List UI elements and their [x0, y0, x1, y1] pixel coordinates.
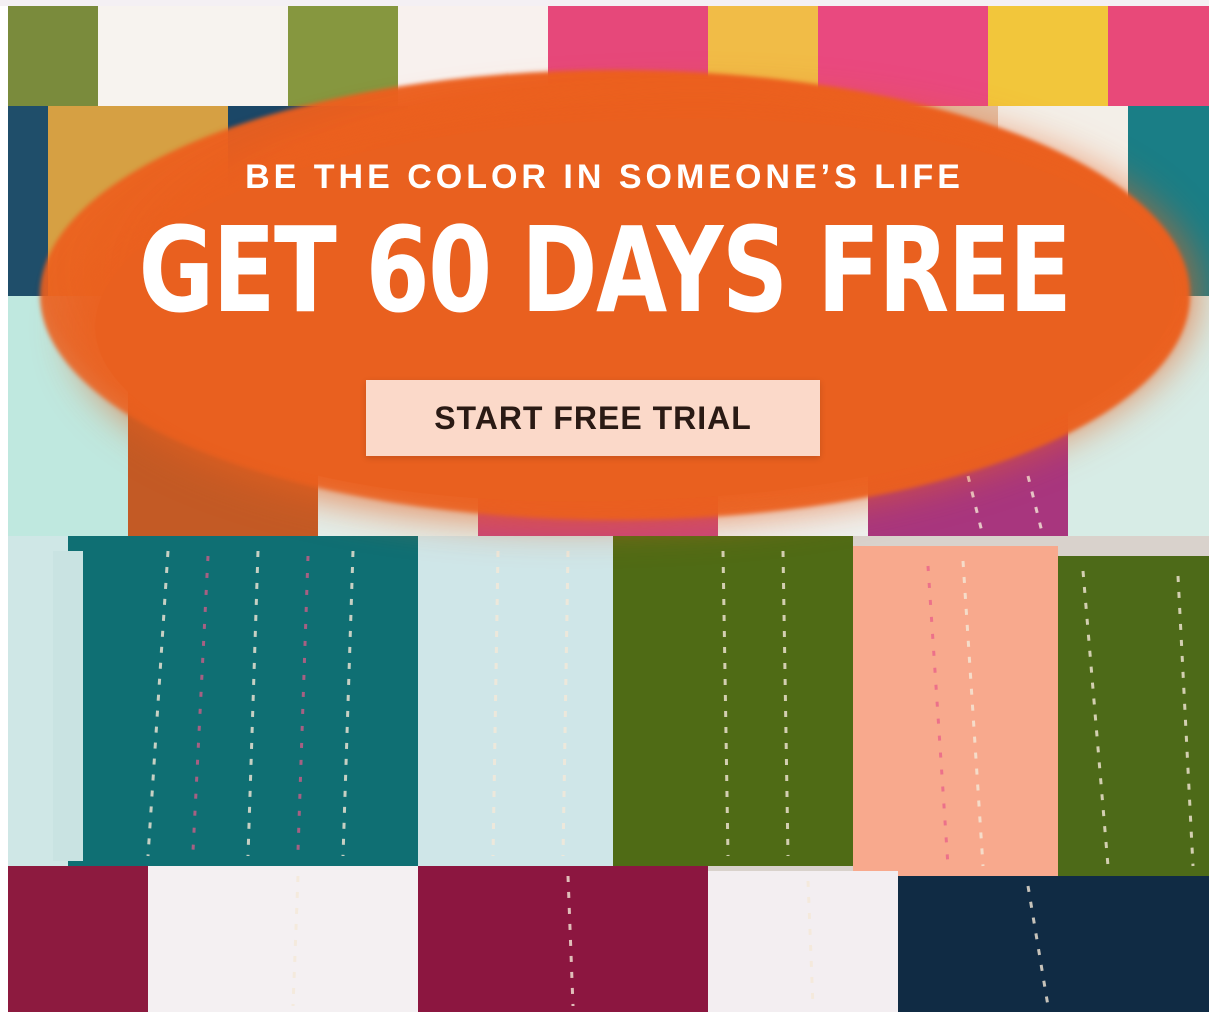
headline-text: GET 60 DAYS FREE [138, 201, 1072, 339]
start-free-trial-button[interactable]: START FREE TRIAL [366, 380, 820, 456]
tagline-text: BE THE COLOR IN SOMEONE’S LIFE [245, 158, 964, 196]
promo-banner[interactable]: BE THE COLOR IN SOMEONE’S LIFE GET 60 DA… [0, 0, 1209, 1018]
